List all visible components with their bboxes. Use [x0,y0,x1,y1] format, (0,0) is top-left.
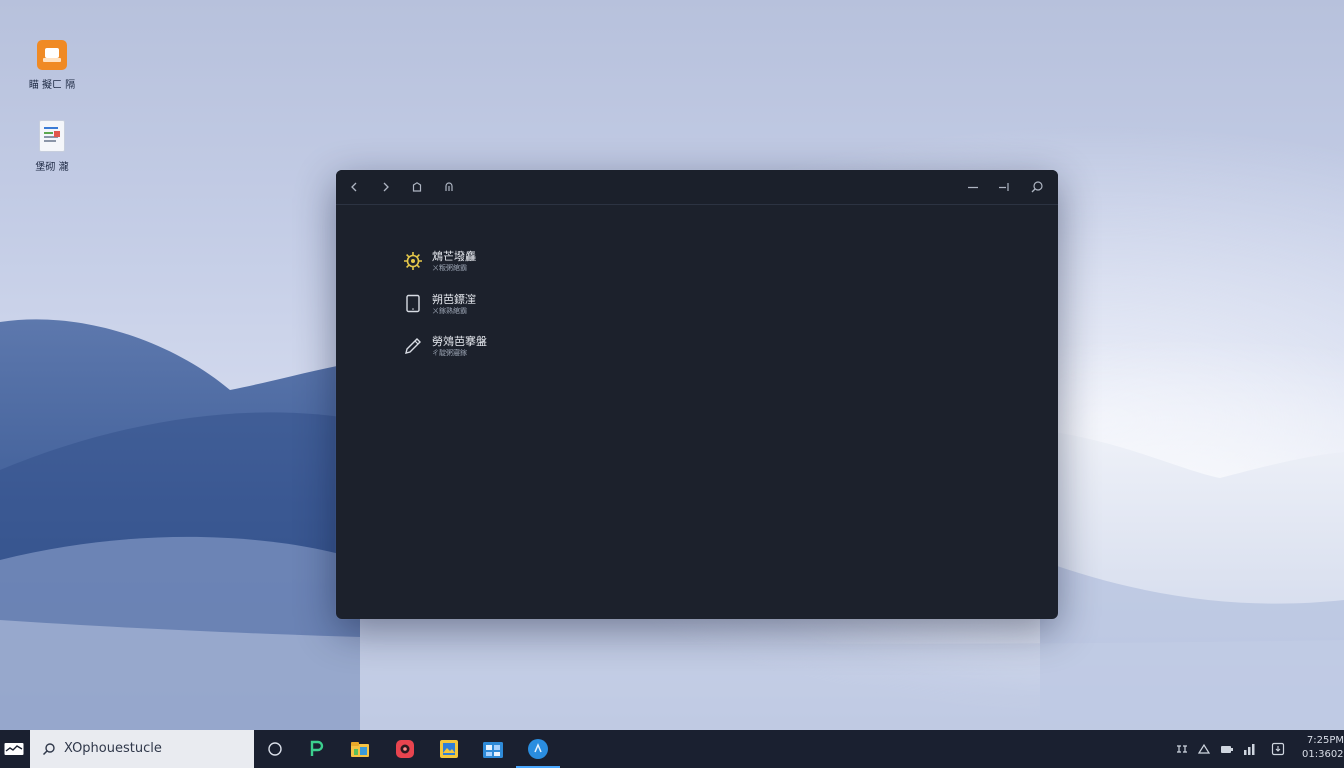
menu-item-subtitle: ㄨ鎵熟綰霸 [432,307,467,315]
search-icon [42,743,55,756]
menu-item-edit[interactable]: 勞鵁芭搴盤 ㄔ靛粥寢鎵 [402,333,522,363]
menu-item-tablet[interactable]: 朔芭鏢漥 ㄨ鎵熟綰霸 [402,291,522,321]
minimize-icon [968,186,978,189]
restore-button[interactable] [995,178,1013,196]
home-icon [412,182,422,192]
taskbar-app-p[interactable] [304,737,328,761]
network-icon[interactable] [1175,742,1189,756]
taskbar-app-file-explorer[interactable] [348,737,372,761]
photos-icon [440,740,458,758]
p-app-icon [310,740,324,756]
taskbar-app-store[interactable] [481,737,505,761]
search-icon [1031,181,1043,193]
pin-button[interactable] [440,178,458,196]
clock-time: 7:25PM [1306,735,1344,746]
menu-item-title: 勞鵁芭搴盤 [432,335,487,348]
orange-app-icon [37,40,67,70]
taskbar-clock[interactable]: 7:25PM 01:36025 [1302,734,1344,762]
tablet-icon [406,294,420,313]
taskbar-app-circle[interactable] [263,737,287,761]
taskbar-app-photos[interactable] [437,737,461,761]
restore-icon [999,183,1009,191]
menu-item-title: 鴆芒墢麤 [432,250,476,263]
taskbar-search-box[interactable]: XOphouestucle [30,730,254,768]
back-button[interactable] [345,178,363,196]
red-app-icon [396,740,414,758]
wifi-icon[interactable] [1220,742,1234,756]
desktop-icon-label: 瞄 擬ㄈ 隔 [28,80,76,91]
blue-app-icon [528,739,548,759]
battery-icon[interactable] [1243,742,1257,756]
taskbar-app-blue[interactable] [516,737,560,768]
pin-icon [445,182,453,191]
taskbar-app-red[interactable] [393,737,417,761]
window-search-button[interactable] [1028,178,1046,196]
file-explorer-icon [351,742,369,757]
menu-item-subtitle: ㄨ粄粥綰霸 [432,264,467,272]
desktop-icon-app[interactable]: 瞄 擬ㄈ 隔 [14,40,90,91]
taskbar: XOphouestucle 7:25PM 01:3602 [0,730,1344,768]
start-icon [4,743,24,755]
window-titlebar [336,170,1058,205]
minimize-button[interactable] [964,178,982,196]
store-icon [483,742,503,758]
forward-icon [383,182,389,192]
start-button[interactable] [0,730,28,768]
pencil-icon [405,338,421,354]
desktop-icon-label: 堡砌 瀧 [35,162,69,173]
clock-date: 01:36025 [1302,749,1344,760]
forward-button[interactable] [377,178,395,196]
desktop-icon-document[interactable]: 堡砌 瀧 [14,120,90,173]
settings-gear-icon [404,252,422,270]
circle-icon [268,742,282,756]
notification-icon[interactable] [1271,742,1285,756]
search-input[interactable]: XOphouestucle [64,741,162,756]
menu-item-title: 朔芭鏢漥 [432,293,476,306]
home-button[interactable] [408,178,426,196]
document-icon [39,120,65,152]
app-window: 鴆芒墢麤 ㄨ粄粥綰霸 朔芭鏢漥 ㄨ鎵熟綰霸 勞鵁芭搴盤 ㄔ靛粥寢鎵 [336,170,1058,619]
chevron-up-icon[interactable] [1197,742,1211,756]
menu-item-settings[interactable]: 鴆芒墢麤 ㄨ粄粥綰霸 [402,248,522,278]
menu-item-subtitle: ㄔ靛粥寢鎵 [432,349,467,357]
back-icon [351,182,357,192]
